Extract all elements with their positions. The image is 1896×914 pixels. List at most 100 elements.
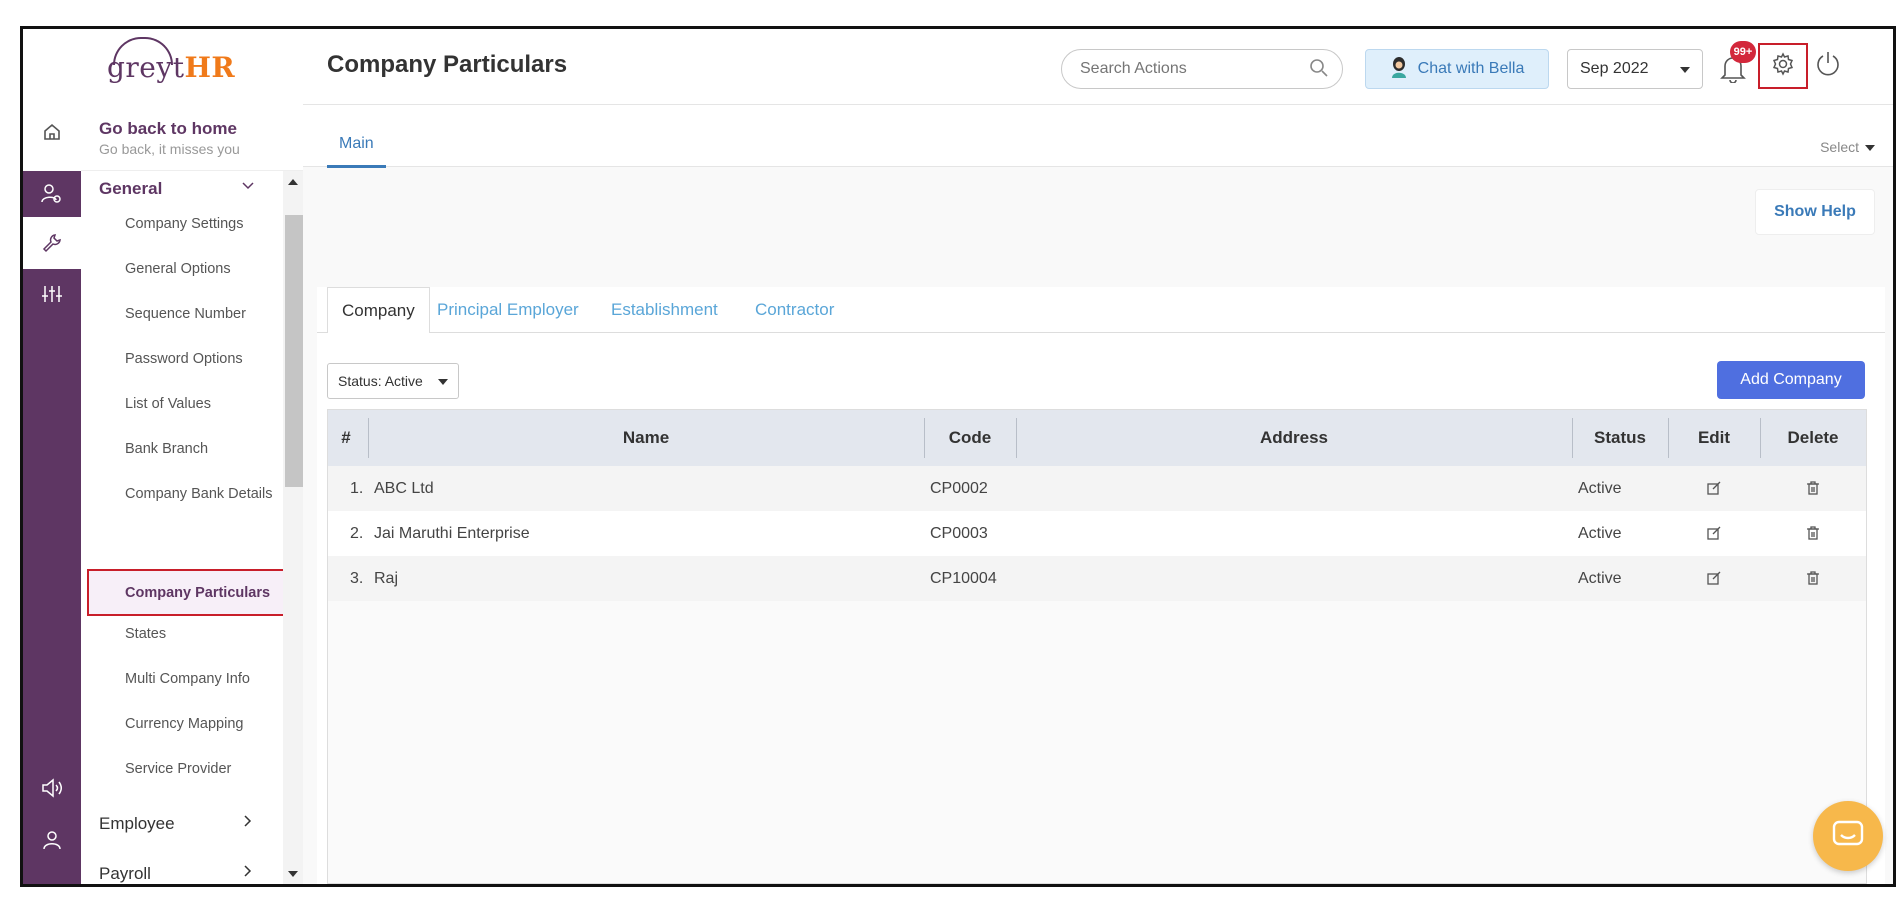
sidebar-item-list-of-values[interactable]: List of Values [125, 393, 275, 415]
row-number: 1. [350, 479, 364, 497]
profile-icon[interactable] [39, 827, 65, 853]
go-back-home-link[interactable]: Go back to home Go back, it misses you [81, 105, 303, 171]
col-name[interactable]: Name [368, 410, 924, 466]
chat-with-bella-button[interactable]: Chat with Bella [1365, 49, 1549, 89]
row-name[interactable]: ABC Ltd [374, 466, 434, 511]
row-status: Active [1578, 569, 1622, 587]
chevron-right-icon[interactable] [241, 864, 255, 883]
rail-nav [23, 171, 81, 884]
sidebar-item-general-options[interactable]: General Options [125, 258, 275, 280]
table-row[interactable]: 2. Jai Maruthi Enterprise CP0003 Active [328, 511, 1866, 556]
tab-main[interactable]: Main [327, 129, 386, 168]
row-name[interactable]: Raj [374, 556, 398, 601]
sidebar-item-company-settings[interactable]: Company Settings [125, 213, 275, 235]
company-panel: Status: Active Add Company # Name Code A… [317, 333, 1885, 884]
scroll-up-icon[interactable] [288, 179, 298, 185]
search-icon[interactable] [1309, 58, 1329, 78]
caret-down-icon [1865, 145, 1875, 152]
bella-avatar-icon [1390, 56, 1408, 83]
row-number: 2. [350, 524, 364, 542]
notification-badge: 99+ [1730, 41, 1756, 63]
row-code: CP0003 [930, 524, 988, 542]
edit-icon[interactable] [1706, 480, 1722, 496]
row-name[interactable]: Jai Maruthi Enterprise [374, 511, 530, 556]
logo: greytHR [107, 36, 235, 84]
section-general[interactable]: General [99, 179, 162, 199]
edit-icon[interactable] [1706, 570, 1722, 586]
caret-down-icon [438, 379, 448, 385]
gear-icon [1771, 51, 1795, 81]
home-icon[interactable] [39, 119, 65, 145]
col-status[interactable]: Status [1572, 410, 1668, 466]
wrench-icon[interactable] [23, 217, 81, 269]
edit-icon[interactable] [1706, 525, 1722, 541]
sidebar-item-sequence-number[interactable]: Sequence Number [125, 303, 275, 325]
table-header: # Name Code Address Status Edit Delete [328, 410, 1866, 466]
row-status: Active [1578, 524, 1622, 542]
sidebar-item-company-bank-details[interactable]: Company Bank Details [125, 483, 275, 505]
settings-menu: General Company Settings General Options… [81, 171, 285, 884]
col-delete: Delete [1787, 428, 1839, 447]
chevron-down-icon[interactable] [241, 179, 255, 198]
sidebar-item-currency-mapping[interactable]: Currency Mapping [125, 713, 275, 735]
power-icon[interactable] [1813, 49, 1849, 85]
select-label: Select [1820, 139, 1859, 155]
sidebar-item-bank-branch[interactable]: Bank Branch [125, 438, 275, 460]
top-header: Company Particulars Chat with Bella Sep … [303, 29, 1893, 105]
company-sub-tabs: Company Principal Employer Establishment… [317, 287, 1885, 334]
main-content: Main Select Show Help Company Principal … [303, 105, 1893, 884]
sidebar-item-service-provider[interactable]: Service Provider [125, 758, 275, 780]
app-window: greytHR Company Particulars Chat with Be… [20, 26, 1896, 887]
col-address[interactable]: Address [1016, 410, 1572, 466]
chevron-right-icon[interactable] [241, 814, 255, 833]
caret-down-icon [1680, 67, 1690, 73]
main-tab-bar: Main Select [303, 105, 1893, 168]
add-company-button[interactable]: Add Company [1717, 361, 1865, 399]
status-filter-dropdown[interactable]: Status: Active [327, 363, 459, 399]
section-employee[interactable]: Employee [99, 814, 175, 834]
scroll-down-icon[interactable] [288, 871, 298, 877]
delete-icon[interactable] [1805, 525, 1821, 541]
section-payroll[interactable]: Payroll [99, 864, 151, 884]
company-table: # Name Code Address Status Edit Delete 1… [327, 409, 1867, 884]
user-settings-icon[interactable] [39, 181, 65, 207]
go-home-title: Go back to home [99, 119, 237, 138]
brand-logo[interactable]: greytHR [81, 29, 303, 105]
col-edit: Edit [1697, 428, 1731, 447]
sidebar-scrollbar[interactable] [283, 171, 303, 884]
announcement-icon[interactable] [39, 775, 65, 801]
delete-icon[interactable] [1805, 570, 1821, 586]
tab-establishment[interactable]: Establishment [611, 287, 718, 333]
tab-company[interactable]: Company [327, 287, 430, 334]
select-dropdown[interactable]: Select [1820, 139, 1875, 155]
status-filter-label: Status: Active [338, 373, 423, 389]
row-status: Active [1578, 479, 1622, 497]
table-row[interactable]: 3. Raj CP10004 Active [328, 556, 1866, 601]
search-input[interactable] [1061, 49, 1343, 89]
table-row[interactable]: 1. ABC Ltd CP0002 Active [328, 466, 1866, 511]
settings-button[interactable] [1758, 43, 1808, 89]
month-value: Sep 2022 [1580, 60, 1649, 77]
chat-bubble-icon [1831, 819, 1865, 854]
tab-principal-employer[interactable]: Principal Employer [437, 287, 579, 333]
scrollbar-thumb[interactable] [285, 215, 303, 487]
sidebar-item-company-particulars[interactable]: Company Particulars [87, 569, 285, 616]
sidebar: Go back to home Go back, it misses you G… [81, 105, 303, 884]
sidebar-item-states[interactable]: States [125, 623, 275, 645]
col-number: # [341, 428, 351, 447]
delete-icon[interactable] [1805, 480, 1821, 496]
chat-label: Chat with Bella [1417, 60, 1525, 77]
row-number: 3. [350, 569, 364, 587]
icon-rail [23, 29, 81, 884]
sidebar-item-password-options[interactable]: Password Options [125, 348, 275, 370]
sliders-icon[interactable] [39, 281, 65, 307]
rail-home[interactable] [23, 105, 81, 161]
page-title: Company Particulars [327, 51, 568, 78]
month-selector[interactable]: Sep 2022 [1567, 49, 1703, 89]
sidebar-item-multi-company-info[interactable]: Multi Company Info [125, 668, 275, 690]
row-code: CP10004 [930, 569, 997, 587]
col-code[interactable]: Code [924, 410, 1016, 466]
tab-contractor[interactable]: Contractor [755, 287, 834, 333]
chat-launcher-button[interactable] [1813, 801, 1883, 871]
show-help-button[interactable]: Show Help [1755, 189, 1875, 235]
